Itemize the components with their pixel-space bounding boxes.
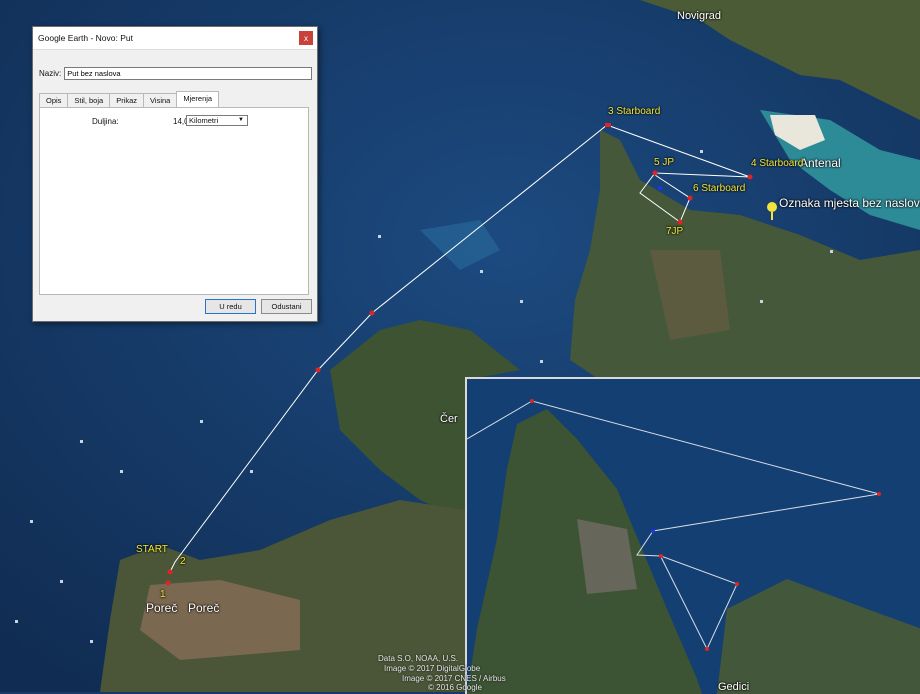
waypoint-mid-b[interactable] — [369, 310, 375, 316]
attribution-3: Image © 2017 CNES / Airbus — [402, 674, 506, 683]
label-start: START — [136, 544, 168, 555]
name-input[interactable] — [64, 67, 313, 80]
place-porec-1: Poreč — [146, 601, 178, 615]
label-waypoint-5: 5 JP — [654, 157, 675, 168]
label-waypoint-2: 2 — [180, 556, 186, 567]
place-antenal: Antenal — [800, 156, 841, 170]
dialog-title: Google Earth - Novo: Put — [38, 33, 133, 43]
placemark-label[interactable]: Oznaka mjesta bez naslova — [779, 196, 920, 210]
waypoint-mid-a[interactable] — [315, 367, 321, 373]
waypoint-3[interactable] — [605, 123, 611, 127]
attribution-4: © 2016 Google — [428, 683, 482, 692]
ok-button[interactable]: U redu — [205, 299, 256, 314]
cancel-button[interactable]: Odustani — [261, 299, 312, 314]
inset-waypoint-6 — [735, 582, 739, 586]
measurements-panel: Duljina: 14,0 Kilometri ▼ — [39, 107, 309, 295]
chevron-down-icon: ▼ — [238, 117, 244, 123]
label-waypoint-7: 7JP — [666, 226, 684, 237]
waypoint-5[interactable] — [652, 170, 658, 176]
attribution-1: Data S.O, NOAA, U.S. — [378, 654, 459, 663]
place-cervar: Čer — [440, 413, 458, 425]
place-novigrad: Novigrad — [677, 10, 722, 22]
waypoint-7[interactable] — [677, 219, 683, 225]
label-waypoint-6: 6 Starboard — [693, 183, 746, 194]
place-porec-2: Poreč — [188, 601, 220, 615]
waypoint-1[interactable] — [165, 580, 171, 586]
label-waypoint-1: 1 — [160, 589, 166, 600]
label-waypoint-3: 3 Starboard — [608, 106, 661, 117]
waypoint-start[interactable] — [167, 569, 173, 575]
length-label: Duljina: — [92, 117, 119, 126]
new-path-dialog: Google Earth - Novo: Put x Naziv: Opis S… — [32, 26, 318, 322]
close-button[interactable]: x — [299, 31, 313, 45]
unit-dropdown[interactable]: Kilometri ▼ — [186, 115, 248, 126]
name-label: Naziv: — [39, 69, 62, 78]
inset-zoom-map[interactable] — [465, 377, 920, 694]
attribution-2: Image © 2017 DigitalGlobe — [384, 664, 481, 673]
unit-selected: Kilometri — [189, 116, 219, 125]
inset-waypoint-3 — [530, 399, 534, 403]
label-waypoint-4: 4 Starboard — [751, 158, 804, 169]
waypoint-blue[interactable] — [658, 186, 662, 190]
dialog-titlebar[interactable]: Google Earth - Novo: Put x — [33, 27, 317, 50]
place-gedici: Gedici — [718, 681, 750, 693]
inset-waypoint-4 — [877, 492, 881, 496]
tab-mjerenja[interactable]: Mjerenja — [176, 91, 220, 107]
inset-waypoint-5 — [659, 554, 663, 558]
waypoint-6[interactable] — [687, 195, 693, 201]
inset-waypoint-blue — [651, 529, 655, 533]
inset-waypoint-7 — [705, 647, 709, 651]
waypoint-4[interactable] — [747, 174, 753, 180]
